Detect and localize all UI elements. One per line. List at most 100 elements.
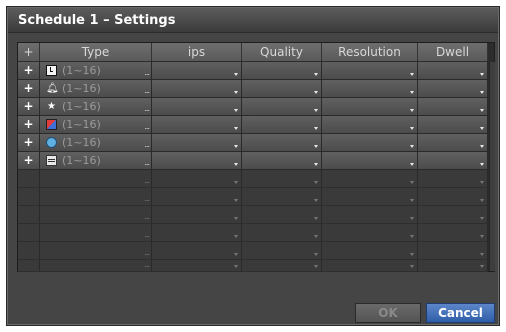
header-add[interactable]: + <box>18 43 40 61</box>
type-cell[interactable]: (1~16) ... <box>40 134 152 152</box>
empty-cell <box>242 260 322 272</box>
video-loss-icon <box>46 119 57 130</box>
ellipsis-button[interactable]: ... <box>144 141 150 149</box>
resolution-dropdown[interactable] <box>322 62 418 80</box>
empty-cell <box>418 242 488 260</box>
type-range: (1~16) <box>62 64 101 77</box>
ips-dropdown[interactable] <box>152 98 242 116</box>
chevron-down-icon <box>314 109 318 112</box>
vertical-scrollbar[interactable] <box>489 62 495 271</box>
chevron-down-icon <box>234 73 238 76</box>
empty-cell <box>418 224 488 242</box>
chevron-down-icon <box>314 265 318 268</box>
cancel-button[interactable]: Cancel <box>426 303 495 323</box>
empty-cell <box>322 242 418 260</box>
empty-cell: ... <box>40 170 152 188</box>
chevron-down-icon <box>480 91 484 94</box>
chevron-down-icon <box>480 145 484 148</box>
type-cell[interactable]: (1~16) ... <box>40 152 152 170</box>
ellipsis-disabled: ... <box>144 260 150 269</box>
add-row-button[interactable]: + <box>18 134 40 152</box>
chevron-down-icon <box>480 253 484 256</box>
chevron-down-icon <box>234 109 238 112</box>
dwell-dropdown[interactable] <box>418 98 488 116</box>
type-range: (1~16) <box>62 136 101 149</box>
quality-dropdown[interactable] <box>242 152 322 170</box>
ellipsis-button[interactable]: ... <box>144 105 150 113</box>
quality-dropdown[interactable] <box>242 62 322 80</box>
chevron-down-icon <box>314 199 318 202</box>
ellipsis-disabled: ... <box>144 176 150 185</box>
ellipsis-button[interactable]: ... <box>144 87 150 95</box>
ips-dropdown[interactable] <box>152 62 242 80</box>
table-row: + (1~16) ... <box>18 116 488 134</box>
type-cell[interactable]: (1~16) ... <box>40 62 152 80</box>
add-row-button[interactable]: + <box>18 98 40 116</box>
empty-cell: ... <box>40 188 152 206</box>
dwell-dropdown[interactable] <box>418 62 488 80</box>
empty-cell <box>242 206 322 224</box>
table-row: + (1~16) ... <box>18 152 488 170</box>
dwell-dropdown[interactable] <box>418 152 488 170</box>
quality-dropdown[interactable] <box>242 116 322 134</box>
chevron-down-icon <box>480 235 484 238</box>
chevron-down-icon <box>234 265 238 268</box>
empty-row: ... <box>18 170 488 188</box>
empty-cell: ... <box>40 224 152 242</box>
empty-cell <box>322 224 418 242</box>
empty-cell <box>152 224 242 242</box>
ellipsis-button[interactable]: ... <box>144 123 150 131</box>
resolution-dropdown[interactable] <box>322 152 418 170</box>
ips-dropdown[interactable] <box>152 80 242 98</box>
resolution-dropdown[interactable] <box>322 134 418 152</box>
ok-button[interactable]: OK <box>355 303 421 323</box>
dwell-dropdown[interactable] <box>418 80 488 98</box>
schedule-settings-dialog: Schedule 1 – Settings + Type ips Quality… <box>6 6 500 326</box>
chevron-down-icon <box>410 163 414 166</box>
resolution-dropdown[interactable] <box>322 98 418 116</box>
chevron-down-icon <box>314 217 318 220</box>
chevron-down-icon <box>234 217 238 220</box>
motion-runner-icon: ★ <box>47 101 56 112</box>
add-row-button[interactable]: + <box>18 152 40 170</box>
ips-dropdown[interactable] <box>152 152 242 170</box>
empty-cell <box>18 242 40 260</box>
type-cell[interactable]: (1~16) ... <box>40 116 152 134</box>
quality-dropdown[interactable] <box>242 80 322 98</box>
ellipsis-disabled: ... <box>144 230 150 239</box>
type-cell[interactable]: 🔔︎ (1~16) ... <box>40 80 152 98</box>
chevron-down-icon <box>234 91 238 94</box>
chevron-down-icon <box>480 73 484 76</box>
quality-dropdown[interactable] <box>242 98 322 116</box>
ellipsis-disabled: ... <box>144 194 150 203</box>
dwell-dropdown[interactable] <box>418 116 488 134</box>
empty-cell: ... <box>40 242 152 260</box>
ellipsis-button[interactable]: ... <box>144 69 150 77</box>
chevron-down-icon <box>480 217 484 220</box>
chevron-down-icon <box>410 199 414 202</box>
quality-dropdown[interactable] <box>242 134 322 152</box>
table-row: + (1~16) ... <box>18 62 488 80</box>
dwell-dropdown[interactable] <box>418 134 488 152</box>
chevron-down-icon <box>410 181 414 184</box>
empty-cell <box>242 242 322 260</box>
chevron-down-icon <box>314 163 318 166</box>
chevron-down-icon <box>314 127 318 130</box>
add-row-button[interactable]: + <box>18 80 40 98</box>
empty-cell: ... <box>40 260 152 272</box>
ips-dropdown[interactable] <box>152 134 242 152</box>
empty-cell <box>322 206 418 224</box>
resolution-dropdown[interactable] <box>322 80 418 98</box>
ellipsis-button[interactable]: ... <box>144 159 150 167</box>
type-range: (1~16) <box>62 82 101 95</box>
ips-dropdown[interactable] <box>152 116 242 134</box>
chevron-down-icon <box>410 235 414 238</box>
add-row-button[interactable]: + <box>18 116 40 134</box>
resolution-dropdown[interactable] <box>322 116 418 134</box>
add-row-button[interactable]: + <box>18 62 40 80</box>
empty-row: ... <box>18 188 488 206</box>
type-cell[interactable]: ★ (1~16) ... <box>40 98 152 116</box>
empty-row: ... <box>18 206 488 224</box>
empty-cell <box>242 188 322 206</box>
empty-cell <box>152 242 242 260</box>
